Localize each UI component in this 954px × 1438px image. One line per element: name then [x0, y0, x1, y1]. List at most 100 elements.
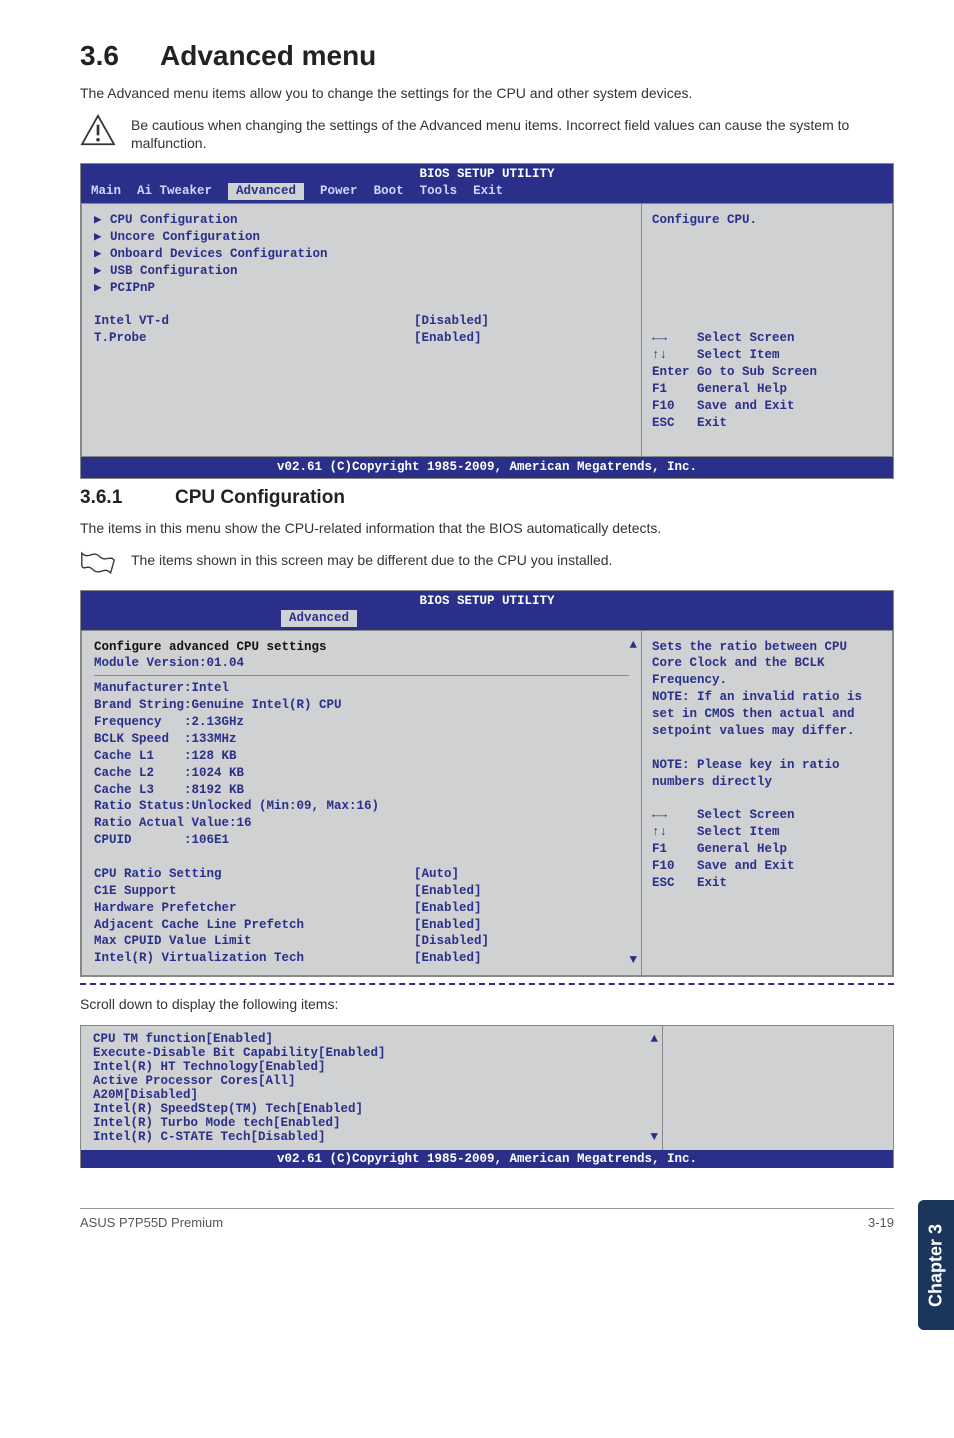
tab-advanced[interactable]: Advanced — [228, 183, 304, 200]
setting-row[interactable]: Intel(R) C-STATE Tech[Disabled] — [93, 1130, 650, 1144]
bios-help-pane: Configure CPU. ←→ Select Screen ↑↓ Selec… — [641, 203, 893, 457]
setting-row[interactable]: CPU Ratio Setting[Auto] — [94, 866, 629, 883]
nav-legend: ←→ Select Screen ↑↓ Select Item Enter Go… — [652, 330, 882, 431]
setting-key: Intel(R) Virtualization Tech — [94, 950, 414, 967]
menu-item[interactable]: ▶ Uncore Configuration — [94, 229, 629, 246]
setting-value: [Enabled] — [414, 330, 482, 347]
bios-copyright: v02.61 (C)Copyright 1985-2009, American … — [81, 457, 893, 478]
menu-item[interactable]: ▶ USB Configuration — [94, 263, 629, 280]
setting-value: [Disabled] — [123, 1088, 198, 1102]
tab-main[interactable]: Main — [91, 183, 121, 200]
setting-key: Hardware Prefetcher — [94, 900, 414, 917]
menu-item[interactable]: ▶CPU Configuration — [94, 212, 629, 229]
setting-value: [Disabled] — [251, 1130, 326, 1144]
setting-row[interactable]: Intel(R) Turbo Mode tech[Enabled] — [93, 1116, 650, 1130]
setting-value: [Disabled] — [414, 313, 489, 330]
bios-copyright: v02.61 (C)Copyright 1985-2009, American … — [81, 1150, 893, 1168]
menu-label: USB Configuration — [110, 263, 238, 280]
setting-row[interactable]: C1E Support[Enabled] — [94, 883, 629, 900]
warning-icon — [80, 114, 116, 149]
cpu-info-line: Cache L3 :8192 KB — [94, 782, 629, 799]
help-title: Configure CPU. — [652, 212, 882, 229]
setting-row[interactable]: T.Probe[Enabled] — [94, 330, 629, 347]
setting-row[interactable]: Max CPUID Value Limit[Disabled] — [94, 933, 629, 950]
setting-row[interactable]: Adjacent Cache Line Prefetch[Enabled] — [94, 917, 629, 934]
submenu-arrow-icon: ▶ — [94, 246, 104, 263]
scroll-caption: Scroll down to display the following ite… — [80, 995, 894, 1015]
setting-value: [Enabled] — [318, 1046, 386, 1060]
setting-value: [Enabled] — [414, 950, 482, 967]
panel-header: Configure advanced CPU settings — [94, 639, 629, 656]
setting-row[interactable]: Intel(R) SpeedStep(TM) Tech[Enabled] — [93, 1102, 650, 1116]
bios-tabs-single: Advanced — [81, 610, 893, 630]
cpu-info-line: BCLK Speed :133MHz — [94, 731, 629, 748]
bios-left-pane: Configure advanced CPU settings Module V… — [81, 630, 641, 977]
tab-advanced[interactable]: Advanced — [281, 610, 357, 627]
setting-key: Adjacent Cache Line Prefetch — [94, 917, 414, 934]
setting-row[interactable]: Intel VT-d[Disabled] — [94, 313, 629, 330]
setting-row[interactable]: Intel(R) Virtualization Tech[Enabled] — [94, 950, 629, 967]
intro-text: The Advanced menu items allow you to cha… — [80, 84, 894, 104]
tab-exit[interactable]: Exit — [473, 183, 503, 200]
section-heading: 3.6Advanced menu — [80, 40, 894, 72]
setting-key: CPU TM function — [93, 1032, 206, 1046]
subsection-title: CPU Configuration — [175, 487, 345, 508]
cpu-info-line: Ratio Status:Unlocked (Min:09, Max:16) — [94, 798, 629, 815]
tab-boot[interactable]: Boot — [374, 183, 404, 200]
setting-key: Intel(R) Turbo Mode tech — [93, 1116, 273, 1130]
menu-item[interactable]: ▶Onboard Devices Configuration — [94, 246, 629, 263]
setting-value: [Enabled] — [414, 917, 482, 934]
bios-help-pane: Sets the ratio between CPU Core Clock an… — [641, 630, 893, 977]
setting-row[interactable]: Active Processor Cores[All] — [93, 1074, 650, 1088]
scroll-up-icon[interactable]: ▲ — [629, 637, 637, 654]
tab-tools[interactable]: Tools — [420, 183, 458, 200]
bios-left-pane: CPU TM function[Enabled] Execute-Disable… — [81, 1026, 662, 1150]
info-text: The items shown in this screen may be di… — [131, 549, 612, 570]
bios-title: BIOS SETUP UTILITY — [81, 164, 893, 183]
tab-power[interactable]: Power — [320, 183, 358, 200]
setting-value: [Enabled] — [414, 883, 482, 900]
setting-value: [Enabled] — [296, 1102, 364, 1116]
setting-key: Intel VT-d — [94, 313, 414, 330]
setting-row[interactable]: Intel(R) HT Technology[Enabled] — [93, 1060, 650, 1074]
subsection-number: 3.6.1 — [80, 487, 175, 509]
menu-item[interactable]: ▶PCIPnP — [94, 280, 629, 297]
scroll-down-icon[interactable]: ▼ — [629, 952, 637, 969]
bios-help-pane-empty — [662, 1026, 893, 1150]
setting-key: A20M — [93, 1088, 123, 1102]
submenu-arrow-icon: ▶ — [94, 229, 104, 246]
cpu-info-line: Frequency :2.13GHz — [94, 714, 629, 731]
bios-title: BIOS SETUP UTILITY — [81, 591, 893, 610]
cpu-info-line: Cache L2 :1024 KB — [94, 765, 629, 782]
setting-key: Execute-Disable Bit Capability — [93, 1046, 318, 1060]
setting-key: Intel(R) HT Technology — [93, 1060, 258, 1074]
bios-screen-cpu-config-scroll: CPU TM function[Enabled] Execute-Disable… — [80, 1025, 894, 1168]
scroll-down-icon[interactable]: ▼ — [650, 1130, 658, 1144]
setting-key: Intel(R) SpeedStep(TM) Tech — [93, 1102, 296, 1116]
scroll-up-icon[interactable]: ▲ — [650, 1032, 658, 1046]
submenu-arrow-icon: ▶ — [94, 263, 104, 280]
nav-legend: ←→ Select Screen ↑↓ Select Item F1 Gener… — [652, 807, 882, 891]
warning-text: Be cautious when changing the settings o… — [131, 114, 894, 154]
warning-note: Be cautious when changing the settings o… — [80, 114, 894, 154]
menu-label: CPU Configuration — [110, 212, 238, 229]
setting-row[interactable]: Execute-Disable Bit Capability[Enabled] — [93, 1046, 650, 1060]
setting-value: [Enabled] — [258, 1060, 326, 1074]
cpu-info-line: Cache L1 :128 KB — [94, 748, 629, 765]
setting-value: [All] — [258, 1074, 296, 1088]
setting-value: [Enabled] — [273, 1116, 341, 1130]
bios-left-pane: ▶CPU Configuration ▶Uncore Configuration… — [81, 203, 641, 457]
setting-key: CPU Ratio Setting — [94, 866, 414, 883]
cpu-info-line: Ratio Actual Value:16 — [94, 815, 629, 832]
cpu-info-line: Brand String:Genuine Intel(R) CPU — [94, 697, 629, 714]
section-title: Advanced menu — [160, 40, 376, 71]
bios-tabs: Main Ai Tweaker Advanced Power Boot Tool… — [81, 183, 893, 203]
menu-label: Uncore Configuration — [110, 229, 260, 246]
submenu-arrow-icon: ▶ — [94, 280, 104, 297]
setting-row[interactable]: A20M[Disabled] — [93, 1088, 650, 1102]
setting-key: T.Probe — [94, 330, 414, 347]
dashed-separator — [80, 983, 894, 985]
setting-row[interactable]: Hardware Prefetcher[Enabled] — [94, 900, 629, 917]
tab-ai-tweaker[interactable]: Ai Tweaker — [137, 183, 212, 200]
setting-row[interactable]: CPU TM function[Enabled] — [93, 1032, 650, 1046]
